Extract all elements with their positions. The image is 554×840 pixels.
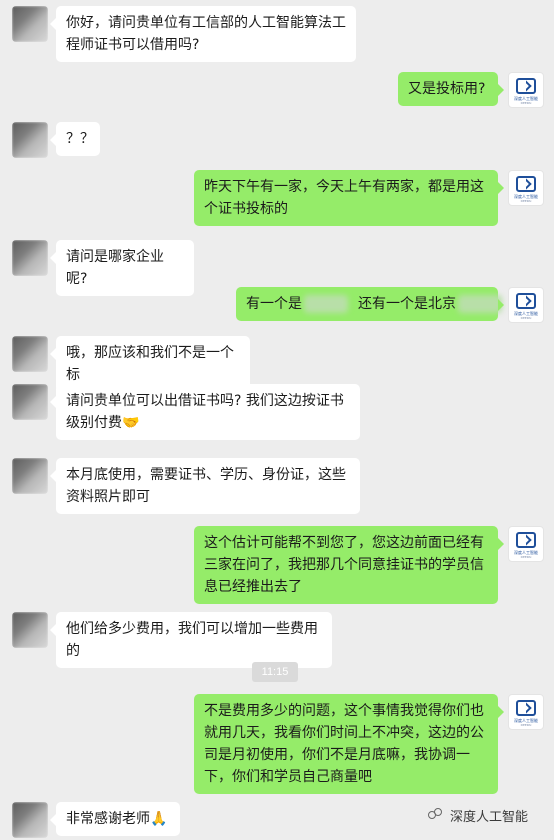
message-bubble-outgoing[interactable]: 有一个是 还有一个是北京 — [236, 287, 504, 321]
message-bubble-incoming[interactable]: 本月底使用，需要证书、学历、身份证，这些资料照片即可 — [50, 458, 360, 514]
avatar[interactable] — [12, 612, 48, 648]
brand-logo-icon: 深度人工智能 DEEPAI — [509, 527, 543, 561]
message-bubble-outgoing[interactable]: 昨天下午有一家，今天上午有两家，都是用这个证书投标的 — [194, 170, 504, 226]
handshake-icon: 🤝 — [122, 415, 140, 431]
avatar-image — [12, 6, 48, 42]
avatar[interactable] — [12, 240, 48, 276]
avatar[interactable] — [12, 336, 48, 372]
brand-logo-icon: 深度人工智能 DEEPAI — [509, 171, 543, 205]
message-bubble-outgoing[interactable]: 不是费用多少的问题，这个事情我觉得你们也就用几天，我看你们时间上不冲突，这边的公… — [194, 694, 504, 794]
avatar[interactable] — [12, 802, 48, 838]
message-bubble-incoming[interactable]: 非常感谢老师🙏 — [50, 802, 180, 836]
avatar[interactable] — [12, 6, 48, 42]
avatar[interactable] — [12, 384, 48, 420]
bow-icon: 🙏 — [150, 811, 168, 827]
avatar[interactable]: 深度人工智能 DEEPAI — [508, 72, 544, 108]
avatar[interactable] — [12, 122, 48, 158]
message-bubble-outgoing[interactable]: 又是投标用? — [398, 72, 504, 106]
avatar[interactable] — [12, 458, 48, 494]
message-bubble-incoming[interactable]: 请问是哪家企业呢? — [50, 240, 194, 296]
redacted-text — [458, 295, 502, 313]
brand-logo-icon: 深度人工智能 DEEPAI — [509, 73, 543, 107]
message-bubble-incoming[interactable]: 你好，请问贵单位有工信部的人工智能算法工程师证书可以借用吗? — [50, 6, 356, 62]
avatar[interactable]: 深度人工智能 DEEPAI — [508, 694, 544, 730]
message-bubble-incoming[interactable]: 请问贵单位可以出借证书吗? 我们这边按证书级别付费🤝 — [50, 384, 360, 440]
timestamp: 11:15 — [252, 662, 298, 682]
wechat-channel-icon — [428, 808, 444, 822]
message-bubble-outgoing[interactable]: 这个估计可能帮不到您了，您这边前面已经有三家在问了，我把那几个同意挂证书的学员信… — [194, 526, 504, 604]
avatar[interactable]: 深度人工智能 DEEPAI — [508, 287, 544, 323]
message-bubble-incoming[interactable]: ？？ — [50, 122, 100, 156]
redacted-text — [304, 295, 348, 313]
watermark: 深度人工智能 — [428, 803, 528, 827]
avatar[interactable]: 深度人工智能 DEEPAI — [508, 526, 544, 562]
avatar[interactable]: 深度人工智能 DEEPAI — [508, 170, 544, 206]
message-bubble-incoming[interactable]: 他们给多少费用，我们可以增加一些费用的 — [50, 612, 332, 668]
brand-logo-icon: 深度人工智能 DEEPAI — [509, 695, 543, 729]
brand-logo-icon: 深度人工智能 DEEPAI — [509, 288, 543, 322]
